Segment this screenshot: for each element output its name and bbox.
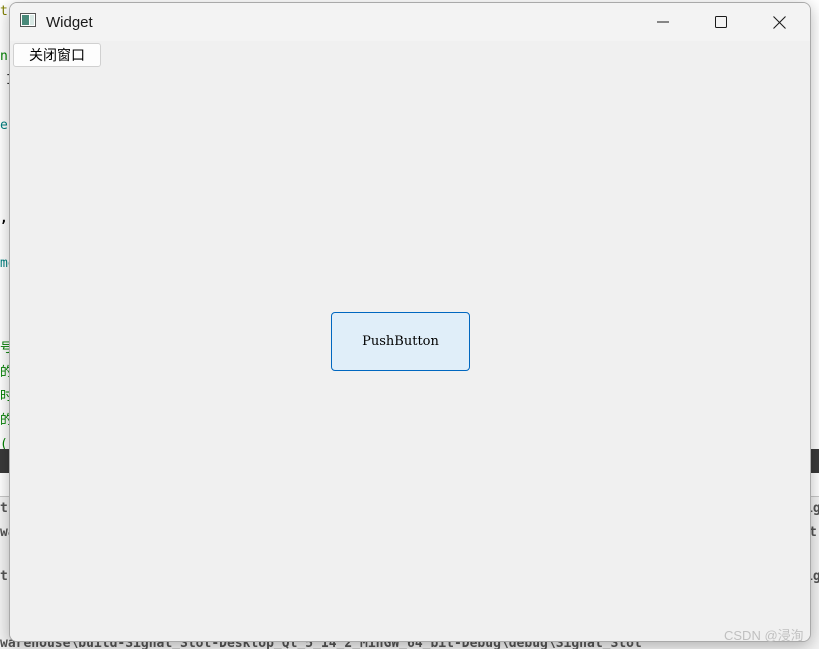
title-bar[interactable]: Widget bbox=[10, 3, 810, 41]
close-icon bbox=[772, 15, 786, 29]
minimize-icon bbox=[657, 16, 669, 28]
window-title: Widget bbox=[46, 14, 93, 31]
widget-client-area: 关闭窗口 PushButton bbox=[10, 41, 810, 641]
push-button[interactable]: PushButton bbox=[331, 312, 470, 371]
code-fragment: t bbox=[0, 4, 8, 19]
close-button[interactable] bbox=[750, 3, 808, 41]
minimize-button[interactable] bbox=[634, 3, 692, 41]
csdn-watermark: CSDN @浸洵 bbox=[724, 628, 804, 643]
qt-window-icon bbox=[20, 13, 36, 27]
close-window-button[interactable]: 关闭窗口 bbox=[13, 43, 101, 67]
widget-window: Widget 关闭窗口 PushButton bbox=[9, 2, 811, 642]
maximize-icon bbox=[715, 16, 727, 28]
maximize-button[interactable] bbox=[692, 3, 750, 41]
